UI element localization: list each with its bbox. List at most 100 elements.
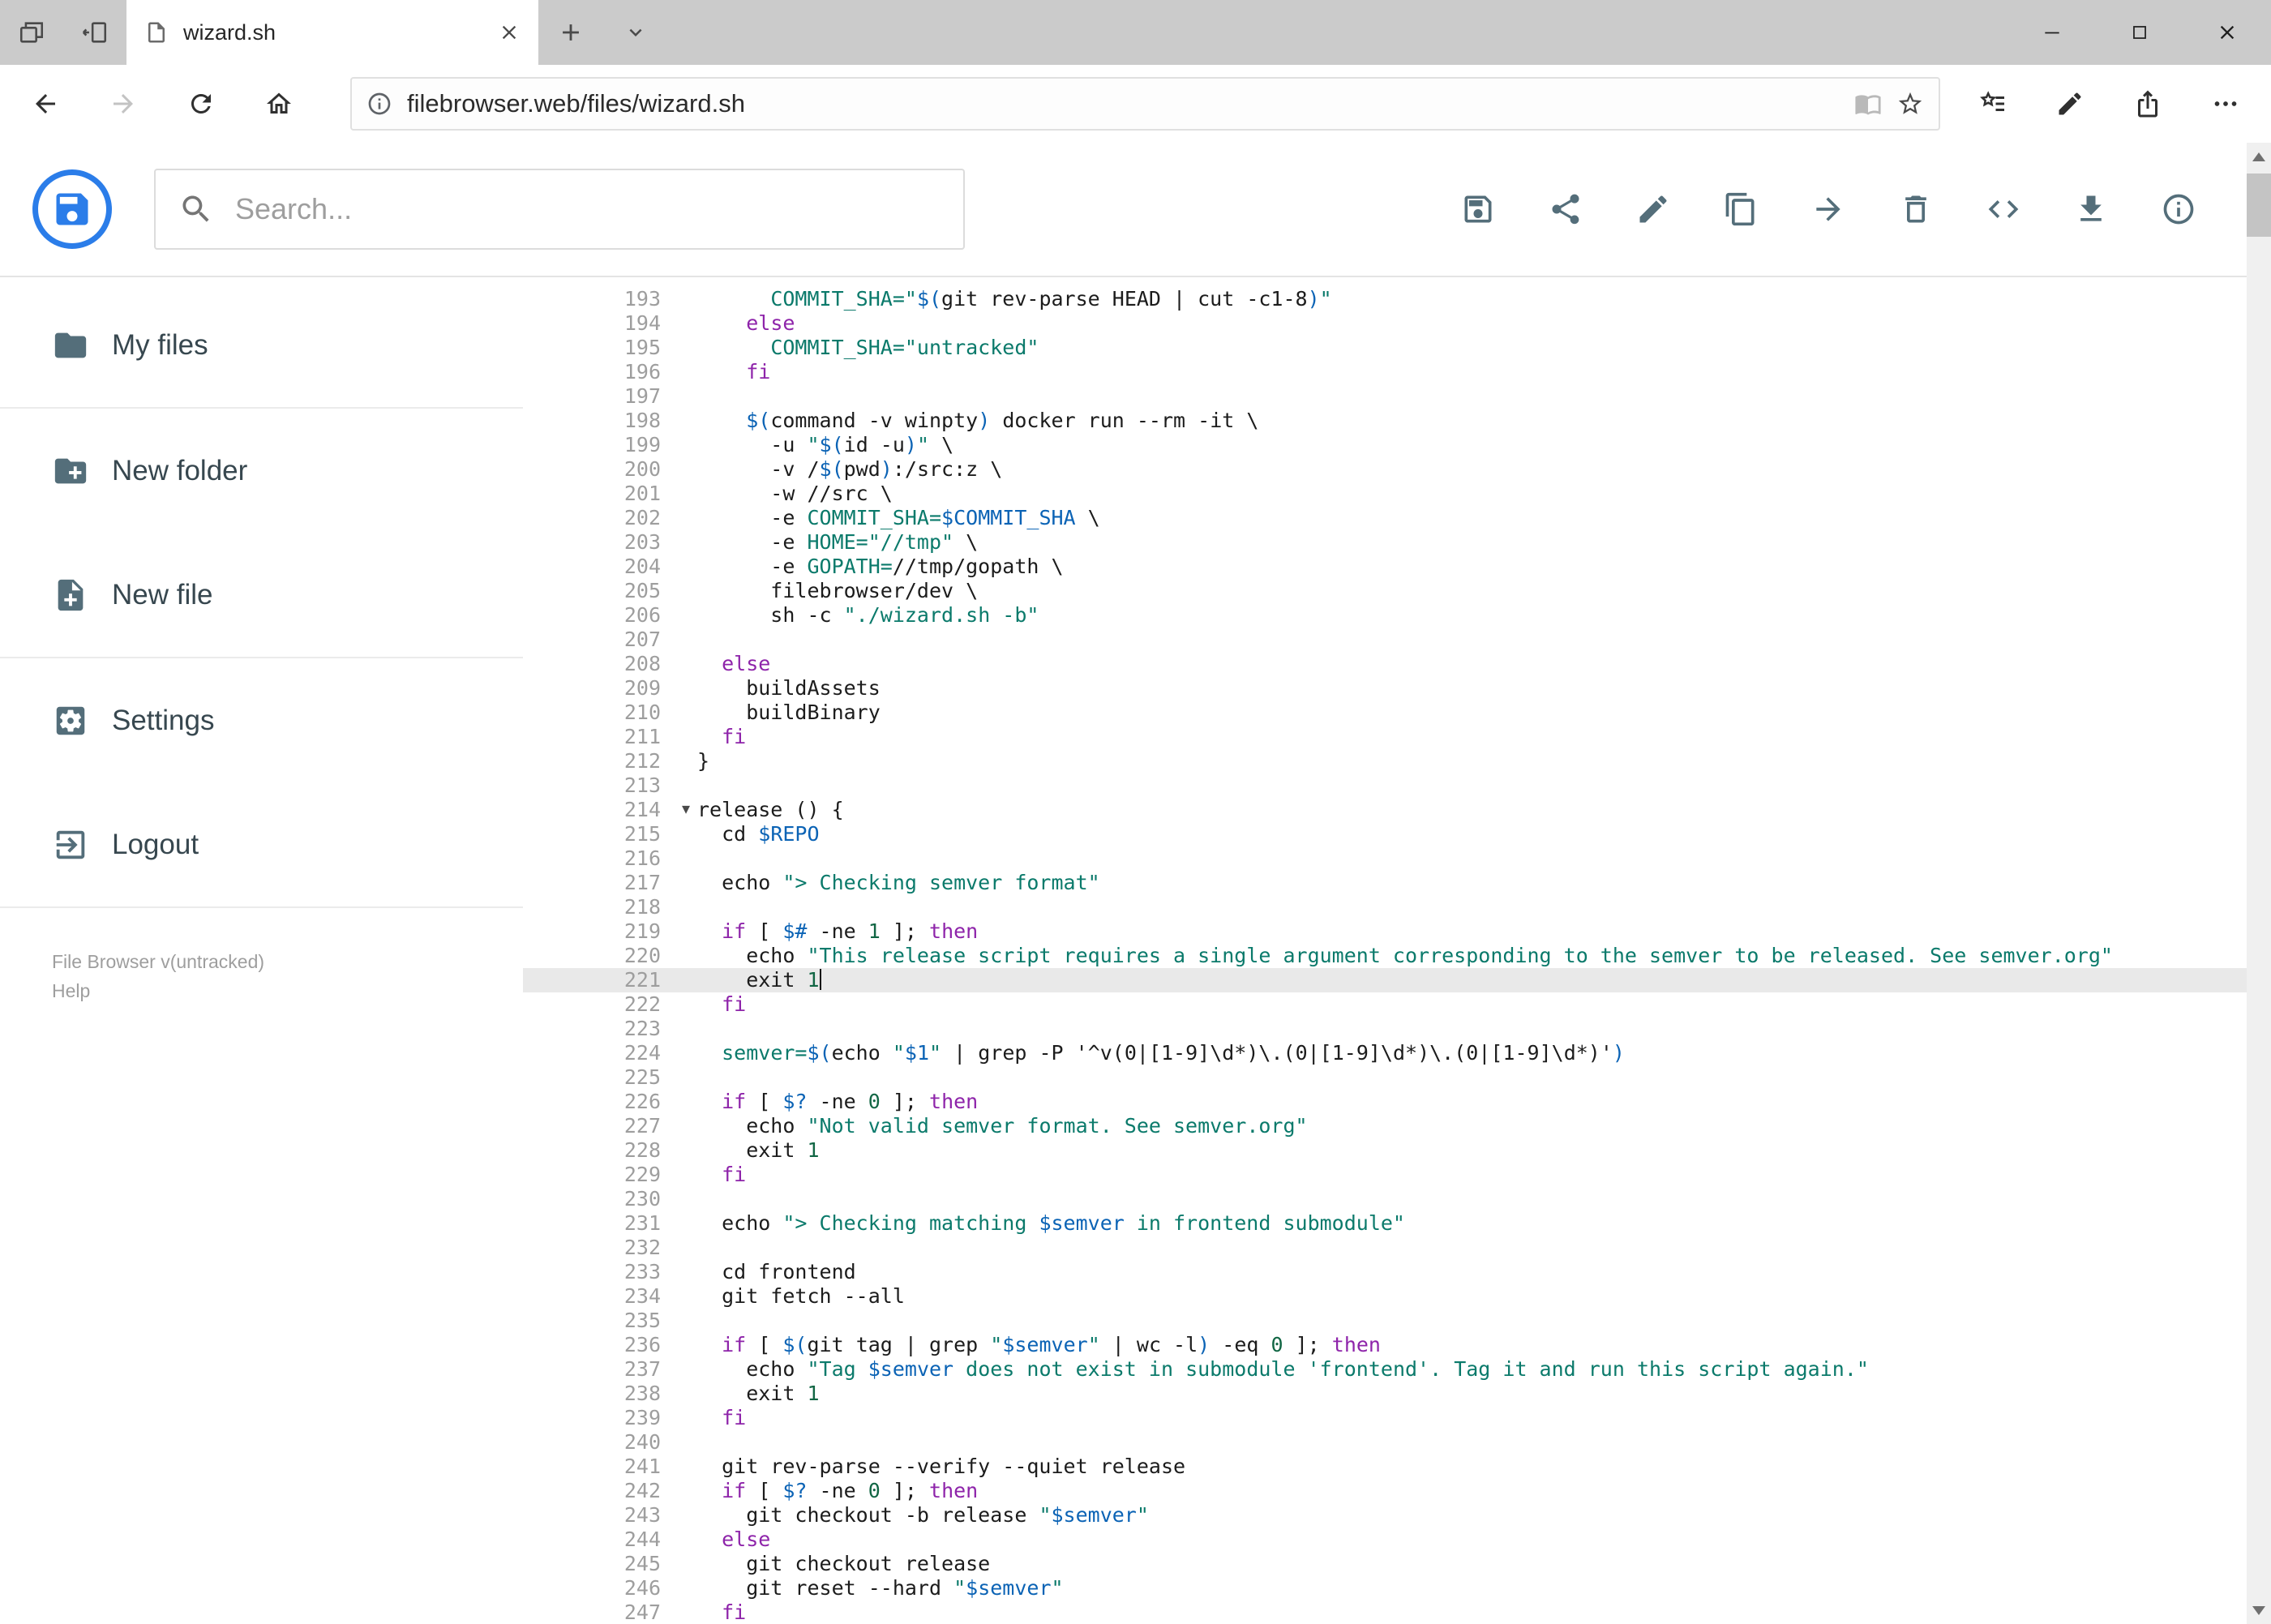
scrollbar-thumb[interactable] bbox=[2247, 174, 2271, 237]
save-button[interactable] bbox=[1434, 165, 1522, 253]
set-tabs-aside-button[interactable] bbox=[63, 0, 126, 65]
code-line-197[interactable]: 197 bbox=[523, 384, 2247, 409]
code-line-195[interactable]: 195 COMMIT_SHA="untracked" bbox=[523, 336, 2247, 360]
home-button[interactable] bbox=[240, 65, 318, 143]
code-line-246[interactable]: 246 git reset --hard "$semver" bbox=[523, 1576, 2247, 1600]
code-line-240[interactable]: 240 bbox=[523, 1430, 2247, 1455]
address-bar[interactable]: filebrowser.web/files/wizard.sh bbox=[350, 77, 1940, 131]
code-line-206[interactable]: 206 sh -c "./wizard.sh -b" bbox=[523, 603, 2247, 628]
move-button[interactable] bbox=[1785, 165, 1872, 253]
code-line-245[interactable]: 245 git checkout release bbox=[523, 1552, 2247, 1576]
code-line-207[interactable]: 207 bbox=[523, 628, 2247, 652]
back-button[interactable] bbox=[6, 65, 84, 143]
sidebar-item-logout[interactable]: Logout bbox=[0, 783, 523, 908]
scroll-down-button[interactable] bbox=[2247, 1596, 2271, 1624]
code-line-224[interactable]: 224 semver=$(echo "$1" | grep -P '^v(0|[… bbox=[523, 1041, 2247, 1065]
share-button[interactable] bbox=[1522, 165, 1609, 253]
url-text[interactable]: filebrowser.web/files/wizard.sh bbox=[407, 89, 1840, 118]
code-line-236[interactable]: 236 if [ $(git tag | grep "$semver" | wc… bbox=[523, 1333, 2247, 1357]
help-link[interactable]: Help bbox=[52, 976, 523, 1005]
forward-button[interactable] bbox=[84, 65, 162, 143]
code-line-193[interactable]: 193 COMMIT_SHA="$(git rev-parse HEAD | c… bbox=[523, 287, 2247, 311]
new-tab-button[interactable] bbox=[538, 0, 603, 65]
delete-button[interactable] bbox=[1872, 165, 1960, 253]
code-line-221[interactable]: 221 exit 1 bbox=[523, 968, 2247, 992]
hub-button[interactable] bbox=[1953, 65, 2031, 143]
sidebar-item-my-files[interactable]: My files bbox=[0, 284, 523, 409]
close-window-button[interactable] bbox=[2183, 0, 2271, 65]
code-line-211[interactable]: 211 fi bbox=[523, 725, 2247, 749]
code-line-202[interactable]: 202 -e COMMIT_SHA=$COMMIT_SHA \ bbox=[523, 506, 2247, 530]
code-line-244[interactable]: 244 else bbox=[523, 1528, 2247, 1552]
code-line-201[interactable]: 201 -w //src \ bbox=[523, 482, 2247, 506]
edit-button[interactable] bbox=[1609, 165, 1697, 253]
code-line-203[interactable]: 203 -e HOME="//tmp" \ bbox=[523, 530, 2247, 555]
download-button[interactable] bbox=[2047, 165, 2135, 253]
refresh-button[interactable] bbox=[162, 65, 240, 143]
code-line-227[interactable]: 227 echo "Not valid semver format. See s… bbox=[523, 1114, 2247, 1138]
code-line-242[interactable]: 242 if [ $? -ne 0 ]; then bbox=[523, 1479, 2247, 1503]
maximize-button[interactable] bbox=[2096, 0, 2183, 65]
code-line-237[interactable]: 237 echo "Tag $semver does not exist in … bbox=[523, 1357, 2247, 1382]
code-line-220[interactable]: 220 echo "This release script requires a… bbox=[523, 944, 2247, 968]
reading-view-icon[interactable] bbox=[1854, 90, 1882, 118]
code-line-222[interactable]: 222 fi bbox=[523, 992, 2247, 1017]
more-options-button[interactable] bbox=[2187, 65, 2265, 143]
code-line-234[interactable]: 234 git fetch --all bbox=[523, 1284, 2247, 1309]
code-line-199[interactable]: 199 -u "$(id -u)" \ bbox=[523, 433, 2247, 457]
code-line-235[interactable]: 235 bbox=[523, 1309, 2247, 1333]
browser-tab-wizard-sh[interactable]: wizard.sh bbox=[126, 0, 538, 65]
code-line-217[interactable]: 217 echo "> Checking semver format" bbox=[523, 871, 2247, 895]
code-line-230[interactable]: 230 bbox=[523, 1187, 2247, 1211]
code-line-223[interactable]: 223 bbox=[523, 1017, 2247, 1041]
code-line-239[interactable]: 239 fi bbox=[523, 1406, 2247, 1430]
search-input[interactable] bbox=[235, 192, 941, 226]
code-line-198[interactable]: 198 $(command -v winpty) docker run --rm… bbox=[523, 409, 2247, 433]
filebrowser-logo[interactable] bbox=[32, 169, 112, 249]
code-line-210[interactable]: 210 buildBinary bbox=[523, 701, 2247, 725]
page-scrollbar[interactable] bbox=[2247, 143, 2271, 1624]
code-line-231[interactable]: 231 echo "> Checking matching $semver in… bbox=[523, 1211, 2247, 1236]
code-line-200[interactable]: 200 -v /$(pwd):/src:z \ bbox=[523, 457, 2247, 482]
code-line-225[interactable]: 225 bbox=[523, 1065, 2247, 1090]
code-button[interactable] bbox=[1960, 165, 2047, 253]
favorite-star-icon[interactable] bbox=[1896, 90, 1924, 118]
code-line-243[interactable]: 243 git checkout -b release "$semver" bbox=[523, 1503, 2247, 1528]
code-line-226[interactable]: 226 if [ $? -ne 0 ]; then bbox=[523, 1090, 2247, 1114]
info-button[interactable] bbox=[2135, 165, 2222, 253]
code-line-228[interactable]: 228 exit 1 bbox=[523, 1138, 2247, 1163]
code-line-208[interactable]: 208 else bbox=[523, 652, 2247, 676]
code-line-247[interactable]: 247 fi bbox=[523, 1600, 2247, 1624]
tab-close-icon[interactable] bbox=[498, 21, 521, 44]
fold-arrow-icon[interactable]: ▾ bbox=[682, 796, 690, 821]
code-line-218[interactable]: 218 bbox=[523, 895, 2247, 919]
site-info-icon[interactable] bbox=[366, 91, 392, 117]
code-line-204[interactable]: 204 -e GOPATH=//tmp/gopath \ bbox=[523, 555, 2247, 579]
minimize-button[interactable] bbox=[2008, 0, 2096, 65]
code-line-241[interactable]: 241 git rev-parse --verify --quiet relea… bbox=[523, 1455, 2247, 1479]
code-line-194[interactable]: 194 else bbox=[523, 311, 2247, 336]
code-line-219[interactable]: 219 if [ $# -ne 1 ]; then bbox=[523, 919, 2247, 944]
scroll-up-button[interactable] bbox=[2247, 143, 2271, 170]
code-line-229[interactable]: 229 fi bbox=[523, 1163, 2247, 1187]
code-line-196[interactable]: 196 fi bbox=[523, 360, 2247, 384]
code-line-214[interactable]: 214 ▾ release () { bbox=[523, 798, 2247, 822]
code-line-209[interactable]: 209 buildAssets bbox=[523, 676, 2247, 701]
search-box[interactable] bbox=[154, 169, 965, 250]
code-line-212[interactable]: 212} bbox=[523, 749, 2247, 773]
sidebar-item-new-file[interactable]: New file bbox=[0, 533, 523, 658]
code-line-215[interactable]: 215 cd $REPO bbox=[523, 822, 2247, 846]
code-line-233[interactable]: 233 cd frontend bbox=[523, 1260, 2247, 1284]
share-button[interactable] bbox=[2109, 65, 2187, 143]
sidebar-item-settings[interactable]: Settings bbox=[0, 658, 523, 783]
code-line-213[interactable]: 213 bbox=[523, 773, 2247, 798]
tabs-you-set-aside-button[interactable] bbox=[0, 0, 63, 65]
sidebar-item-new-folder[interactable]: New folder bbox=[0, 409, 523, 533]
code-line-216[interactable]: 216 bbox=[523, 846, 2247, 871]
code-line-205[interactable]: 205 filebrowser/dev \ bbox=[523, 579, 2247, 603]
code-editor[interactable]: 193 COMMIT_SHA="$(git rev-parse HEAD | c… bbox=[523, 279, 2247, 1624]
tab-preview-toggle-button[interactable] bbox=[603, 0, 668, 65]
code-line-232[interactable]: 232 bbox=[523, 1236, 2247, 1260]
web-note-button[interactable] bbox=[2031, 65, 2109, 143]
code-line-238[interactable]: 238 exit 1 bbox=[523, 1382, 2247, 1406]
